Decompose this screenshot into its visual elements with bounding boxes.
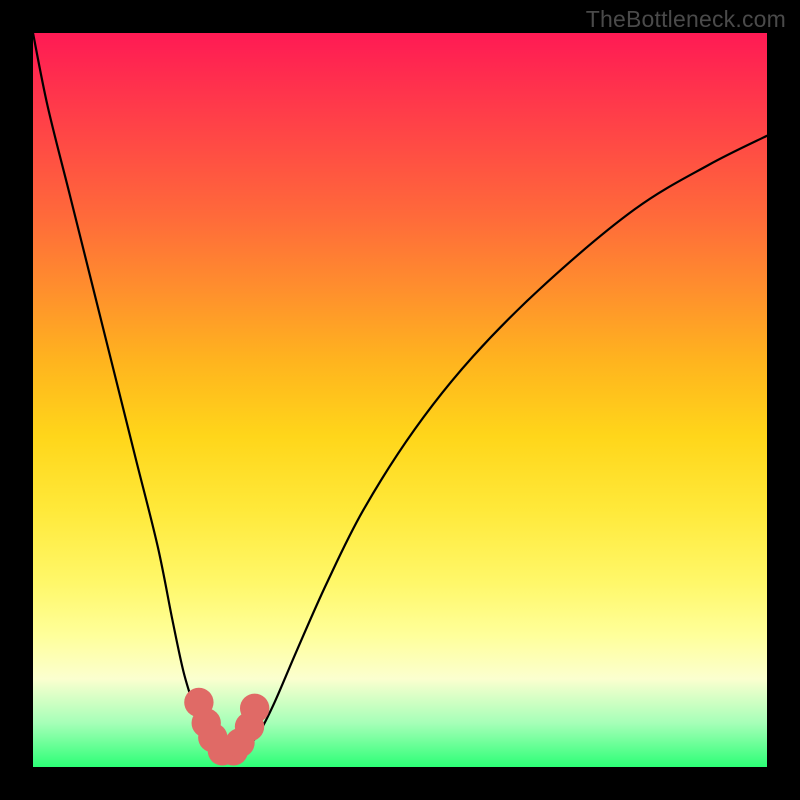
valley-markers	[184, 688, 269, 766]
chart-frame: TheBottleneck.com	[0, 0, 800, 800]
valley-marker-dot	[240, 694, 269, 723]
plot-area	[33, 33, 767, 767]
curve-layer	[33, 33, 767, 767]
watermark-text: TheBottleneck.com	[586, 6, 786, 33]
curve-left-branch	[33, 33, 215, 749]
curve-right-branch	[242, 136, 767, 749]
